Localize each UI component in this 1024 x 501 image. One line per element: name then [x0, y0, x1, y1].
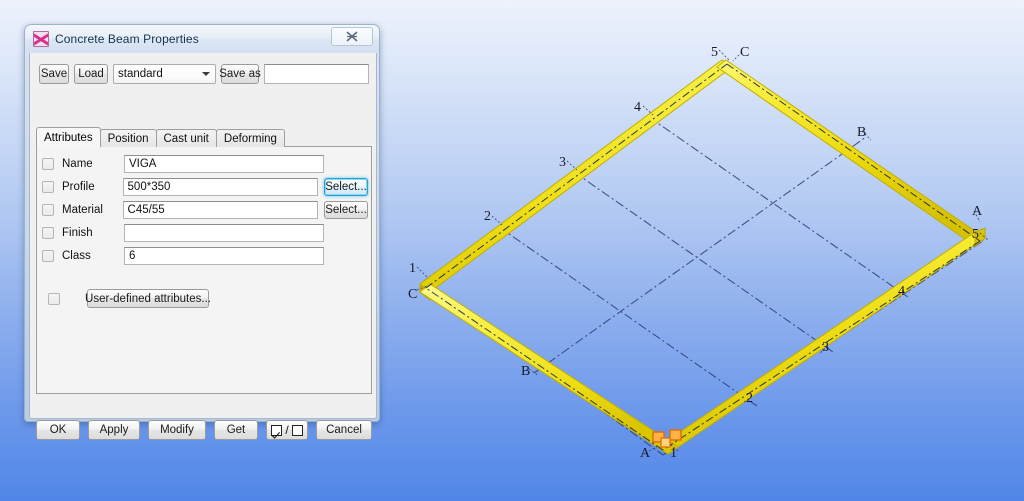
close-button[interactable]	[331, 27, 373, 46]
unchecked-box-icon	[291, 424, 303, 436]
finish-label: Finish	[62, 227, 93, 239]
chevron-down-icon	[202, 71, 210, 76]
grid-label: A	[640, 446, 651, 461]
attributes-tab-panel: Name VIGA Profile 500*350 Select... Material C…	[36, 146, 372, 394]
save-preset-button[interactable]: Save	[39, 63, 69, 84]
dialog-body: Save Load standard Save as Attributes Pos…	[29, 53, 377, 440]
concrete-beam-frame[interactable]	[419, 59, 986, 455]
tab-deforming[interactable]: Deforming	[215, 129, 285, 147]
grid-label: 5	[711, 45, 718, 60]
finish-input[interactable]	[124, 224, 324, 242]
grid-label: 1	[409, 261, 416, 276]
tab-label: Position	[107, 132, 149, 145]
tab-label: Cast unit	[163, 132, 209, 145]
concrete-beam-properties-dialog[interactable]: Concrete Beam Properties Save Load stand…	[24, 24, 380, 440]
name-label: Name	[62, 158, 93, 170]
label-leaders	[416, 49, 989, 452]
name-input[interactable]: VIGA	[124, 155, 324, 173]
select-all-toggle-button[interactable]: /	[266, 420, 308, 440]
grid-label: B	[857, 125, 867, 140]
preset-toolbar: Save Load standard Save as	[39, 63, 369, 84]
beam-centerlines	[425, 63, 981, 451]
load-preset-button[interactable]: Load	[74, 63, 108, 84]
tab-position[interactable]: Position	[99, 129, 157, 147]
tab-attributes[interactable]: Attributes	[36, 127, 101, 147]
dialog-button-bar: OK Apply Modify Get / Cancel	[36, 419, 372, 441]
concrete-beam-icon	[33, 30, 49, 47]
grid-label: 3	[822, 340, 829, 355]
dialog-titlebar[interactable]: Concrete Beam Properties	[25, 25, 379, 52]
material-input[interactable]: C45/55	[122, 201, 319, 219]
user-defined-attributes-button[interactable]: User-defined attributes...	[85, 289, 211, 308]
preset-dropdown[interactable]: standard	[113, 63, 216, 84]
tab-label: Attributes	[44, 131, 93, 144]
profile-select-button[interactable]: Select...	[324, 178, 368, 196]
profile-checkbox[interactable]	[42, 181, 54, 193]
application-window: 5 C 4 B 3 2 A 5 1 C 4 3 B 2 A 1 Concrete Beam Propertie…	[0, 0, 1024, 501]
get-button[interactable]: Get	[214, 420, 258, 440]
apply-button[interactable]: Apply	[88, 420, 140, 440]
attribute-row-name: Name VIGA	[42, 155, 368, 173]
checked-box-icon	[271, 424, 283, 436]
material-select-button[interactable]: Select...	[324, 201, 368, 219]
preset-name-input[interactable]	[264, 63, 369, 84]
grid-label: 2	[746, 391, 753, 406]
attribute-row-class: Class 6	[42, 247, 368, 265]
tab-strip: Attributes Position Cast unit Deforming	[36, 127, 285, 147]
close-icon	[346, 31, 358, 42]
attribute-row-material: Material C45/55 Select...	[42, 201, 368, 219]
material-checkbox[interactable]	[42, 204, 54, 216]
user-defined-attributes-checkbox[interactable]	[48, 293, 60, 305]
attribute-row-finish: Finish	[42, 224, 368, 242]
profile-input[interactable]: 500*350	[122, 178, 319, 196]
preset-dropdown-value: standard	[118, 67, 163, 80]
save-as-button[interactable]: Save as	[219, 63, 261, 84]
grid-label: C	[740, 45, 750, 60]
finish-checkbox[interactable]	[42, 227, 54, 239]
grid-label: 5	[972, 227, 979, 242]
grid-label: 1	[670, 446, 677, 461]
grid-label: 2	[484, 209, 491, 224]
grid-label: 4	[898, 284, 905, 299]
class-checkbox[interactable]	[42, 250, 54, 262]
beam-segment-bottom-left	[419, 283, 679, 455]
grid-label: 4	[634, 100, 641, 115]
modify-button[interactable]: Modify	[148, 420, 206, 440]
grid-label: A	[972, 204, 983, 219]
beam-segment-top-right	[716, 59, 986, 247]
grid-lines	[423, 61, 984, 456]
dialog-title: Concrete Beam Properties	[55, 31, 199, 46]
profile-label: Profile	[62, 181, 95, 193]
grid-label: C	[408, 287, 418, 302]
grid-label: B	[521, 364, 531, 379]
attribute-row-profile: Profile 500*350 Select...	[42, 178, 368, 196]
material-label: Material	[62, 204, 103, 216]
tab-label: Deforming	[223, 132, 277, 145]
cancel-button[interactable]: Cancel	[316, 420, 372, 440]
class-label: Class	[62, 250, 91, 262]
class-input[interactable]: 6	[124, 247, 324, 265]
grid-label: 3	[559, 155, 566, 170]
name-checkbox[interactable]	[42, 158, 54, 170]
toggle-separator: /	[285, 423, 289, 437]
ok-button[interactable]: OK	[36, 420, 80, 440]
tab-cast-unit[interactable]: Cast unit	[155, 129, 217, 147]
